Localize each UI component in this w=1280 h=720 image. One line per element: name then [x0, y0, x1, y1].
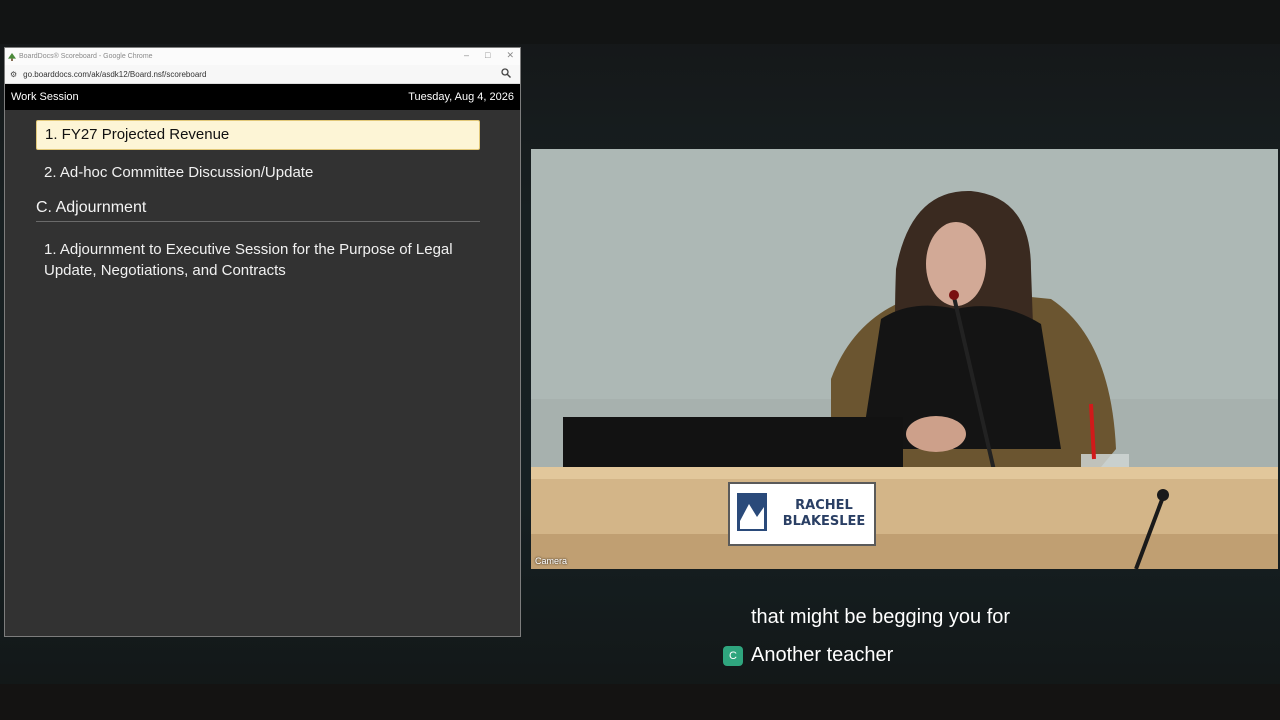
caption-text: Another teacher — [751, 644, 894, 666]
meeting-date: Tuesday, Aug 4, 2026 — [408, 91, 514, 103]
meeting-stream-frame: BoardDocs® Scoreboard - Google Chrome – … — [0, 0, 1280, 720]
scoreboard-header: Work Session Tuesday, Aug 4, 2026 — [5, 84, 520, 110]
camera-label: Camera — [535, 556, 568, 566]
caption-line-previous: that might be begging you for — [751, 606, 1011, 628]
close-button[interactable]: ✕ — [506, 50, 514, 61]
tree-icon — [8, 52, 16, 61]
name-plate-line2: BLAKESLEE — [782, 514, 866, 529]
url-text[interactable]: go.boarddocs.com/ak/asdk12/Board.nsf/sco… — [23, 70, 206, 79]
browser-titlebar: BoardDocs® Scoreboard - Google Chrome – … — [5, 48, 520, 65]
address-bar[interactable]: ⚙ go.boarddocs.com/ak/asdk12/Board.nsf/s… — [5, 65, 520, 84]
tune-icon[interactable]: ⚙ — [10, 70, 17, 79]
agenda-item-current[interactable]: 1. FY27 Projected Revenue — [36, 120, 480, 150]
window-title: BoardDocs® Scoreboard - Google Chrome — [19, 53, 153, 60]
video-feed: RACHEL BLAKESLEE Camera — [531, 149, 1278, 569]
bottom-letterbox — [0, 684, 1280, 720]
top-letterbox — [0, 0, 1280, 44]
agenda-section-heading: C. Adjournment — [36, 187, 480, 222]
minimize-button[interactable]: – — [464, 50, 469, 61]
meeting-type: Work Session — [11, 91, 79, 103]
caption-line-current: C Another teacher — [723, 644, 893, 667]
magnifier-icon[interactable] — [501, 68, 511, 78]
caption-speaker-badge: C — [723, 645, 743, 666]
agenda-list: 1. FY27 Projected Revenue 2. Ad-hoc Comm… — [5, 110, 520, 285]
agenda-item[interactable]: 2. Ad-hoc Committee Discussion/Update — [36, 159, 480, 187]
agenda-item[interactable]: 1. Adjournment to Executive Session for … — [36, 235, 480, 285]
name-plate-line1: RACHEL — [795, 498, 853, 513]
window-controls: – □ ✕ — [464, 50, 514, 61]
browser-window: BoardDocs® Scoreboard - Google Chrome – … — [4, 47, 521, 637]
name-plate-text: RACHEL BLAKESLEE — [774, 498, 874, 530]
maximize-button[interactable]: □ — [485, 50, 490, 61]
meeting-scene-image — [531, 149, 1278, 569]
